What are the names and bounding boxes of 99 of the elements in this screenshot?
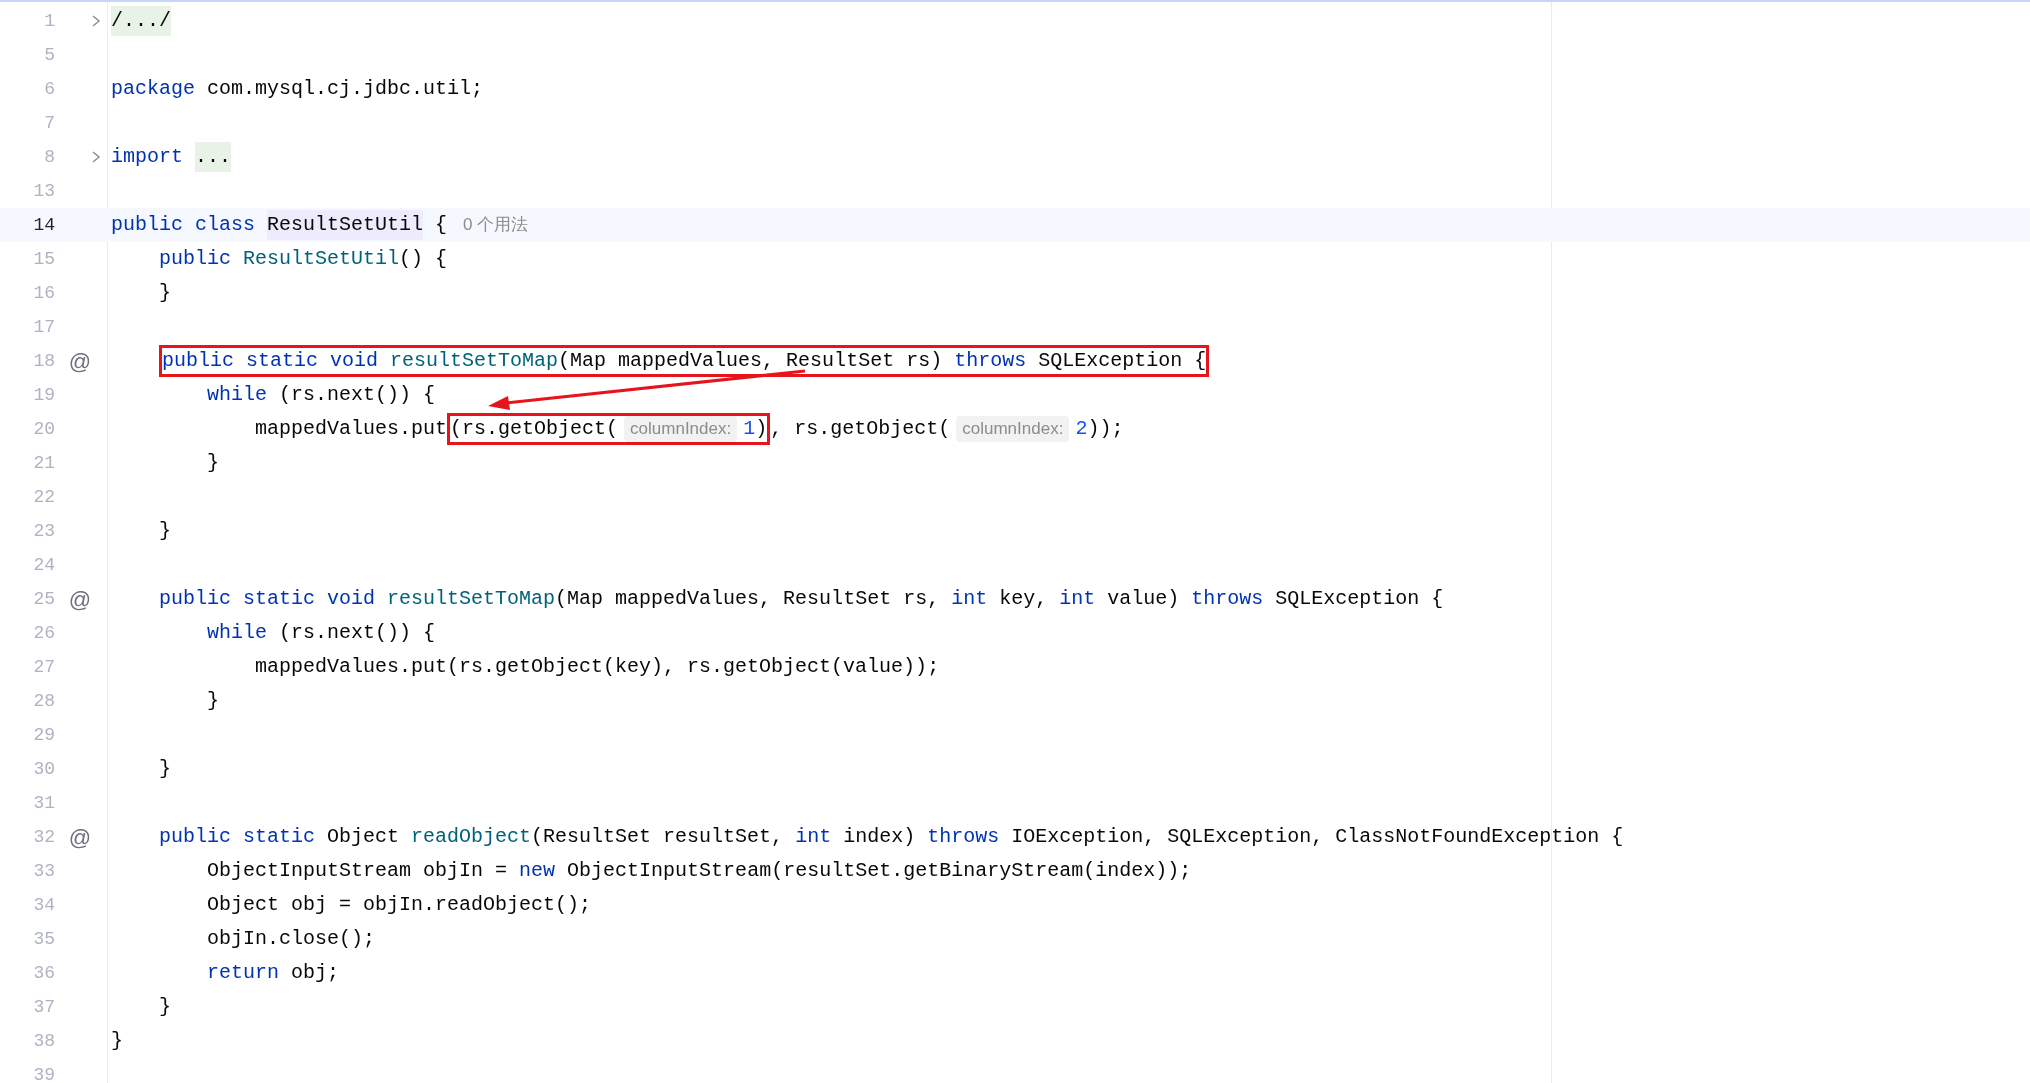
line-number: 17 xyxy=(32,315,55,339)
line-number: 25 xyxy=(32,587,55,611)
code-text: obj; xyxy=(290,960,340,986)
line-number: 21 xyxy=(32,451,55,475)
line-number: 15 xyxy=(32,247,55,271)
code-text: Object xyxy=(326,824,401,850)
chevron-right-icon[interactable] xyxy=(91,150,101,164)
code-text: ObjectInputStream objIn = xyxy=(207,858,509,884)
code-text: } xyxy=(111,1028,123,1054)
code-text: } xyxy=(159,280,171,306)
line-number: 34 xyxy=(32,893,55,917)
code-text: resultSetToMap xyxy=(390,348,559,374)
code-text: int xyxy=(1059,586,1096,612)
code-text: public static xyxy=(159,824,316,850)
line-number: 29 xyxy=(32,723,55,747)
code-text: mappedValues.put xyxy=(255,416,448,442)
code-text: objIn.close(); xyxy=(207,926,376,952)
line-number: 33 xyxy=(32,859,55,883)
code-text: while xyxy=(207,620,268,646)
code-text: int xyxy=(951,586,988,612)
code-text: SQLException { xyxy=(1274,586,1444,612)
line-number: 20 xyxy=(32,417,55,441)
code-text: com.mysql.cj.jdbc.util; xyxy=(206,76,484,102)
code-text: 2 xyxy=(1075,416,1088,442)
code-text: ) xyxy=(755,416,768,442)
line-number: 5 xyxy=(43,43,55,67)
code-text: public static void xyxy=(162,348,380,374)
line-number: 23 xyxy=(32,519,55,543)
code-text: value) xyxy=(1106,586,1181,612)
code-text: public static void xyxy=(159,586,377,612)
code-text: ResultSetUtil xyxy=(267,210,424,240)
folded-code[interactable]: /.../ xyxy=(111,6,171,36)
override-marker[interactable]: @ xyxy=(68,344,92,378)
parameter-hint: columnIndex: xyxy=(624,416,738,442)
code-text: 1 xyxy=(743,416,756,442)
code-text: import xyxy=(111,144,184,170)
code-text: SQLException { xyxy=(1037,348,1207,374)
code-text: (ResultSet resultSet, xyxy=(531,824,785,850)
line-number: 37 xyxy=(32,995,55,1019)
code-text: , rs.getObject( xyxy=(770,416,951,442)
code-text: ObjectInputStream(resultSet.getBinaryStream(index)); xyxy=(566,858,1192,884)
code-text: (rs.next()) { xyxy=(278,620,436,646)
line-number: 32 xyxy=(32,825,55,849)
code-text: () { xyxy=(399,246,448,272)
code-text: } xyxy=(159,756,171,782)
line-number: 8 xyxy=(43,145,55,169)
line-number: 26 xyxy=(32,621,55,645)
code-text: throws xyxy=(1191,586,1264,612)
line-number: 6 xyxy=(43,77,55,101)
code-text: )); xyxy=(1087,416,1124,442)
code-text: } xyxy=(159,994,171,1020)
line-number: 16 xyxy=(32,281,55,305)
code-text: Object obj = objIn.readObject(); xyxy=(207,892,592,918)
parameter-hint: columnIndex: xyxy=(956,416,1070,442)
code-text: (Map mappedValues, ResultSet rs) xyxy=(558,348,944,374)
code-text: public xyxy=(159,246,232,272)
code-text: package xyxy=(111,76,195,102)
line-number: 24 xyxy=(32,553,55,577)
code-text: ResultSetUtil xyxy=(243,246,400,272)
line-number: 18 xyxy=(32,349,55,373)
line-number: 14 xyxy=(32,213,55,237)
line-number: 19 xyxy=(32,383,55,407)
code-text: return xyxy=(207,960,280,986)
line-number: 13 xyxy=(32,179,55,203)
code-text: mappedValues.put(rs.getObject(key), rs.getObject(value)); xyxy=(255,654,940,680)
code-text: } xyxy=(159,518,171,544)
code-text: resultSetToMap xyxy=(387,586,556,612)
line-number: 30 xyxy=(32,757,55,781)
line-number: 35 xyxy=(32,927,55,951)
chevron-right-icon[interactable] xyxy=(91,14,101,28)
code-text: int xyxy=(795,824,832,850)
code-text: } xyxy=(207,688,220,714)
code-text: public class xyxy=(111,212,257,238)
line-number: 7 xyxy=(43,111,55,135)
code-text: IOException, SQLException, ClassNotFoundException { xyxy=(1010,824,1624,850)
line-number: 38 xyxy=(32,1029,55,1053)
line-number: 31 xyxy=(32,791,55,815)
code-text: readObject xyxy=(411,824,532,850)
code-text: throws xyxy=(927,824,1000,850)
code-text: (rs.getObject( xyxy=(450,416,619,442)
code-text: } xyxy=(207,450,220,476)
code-text: new xyxy=(519,858,556,884)
code-text: key, xyxy=(998,586,1049,612)
code-text: throws xyxy=(954,348,1027,374)
code-text: index) xyxy=(842,824,917,850)
line-number: 39 xyxy=(32,1063,55,1083)
line-number: 36 xyxy=(32,961,55,985)
line-number: 27 xyxy=(32,655,55,679)
line-number: 28 xyxy=(32,689,55,713)
line-number: 22 xyxy=(32,485,55,509)
code-text: while xyxy=(207,382,268,408)
usage-hint: 0 个用法 xyxy=(463,214,529,237)
override-marker[interactable]: @ xyxy=(68,582,92,616)
override-marker[interactable]: @ xyxy=(68,820,92,854)
code-text: (rs.next()) { xyxy=(278,382,436,408)
code-text: { xyxy=(434,212,448,238)
line-number: 1 xyxy=(43,9,55,33)
code-text: (Map mappedValues, ResultSet rs, xyxy=(555,586,941,612)
folded-code[interactable]: ... xyxy=(195,142,232,172)
